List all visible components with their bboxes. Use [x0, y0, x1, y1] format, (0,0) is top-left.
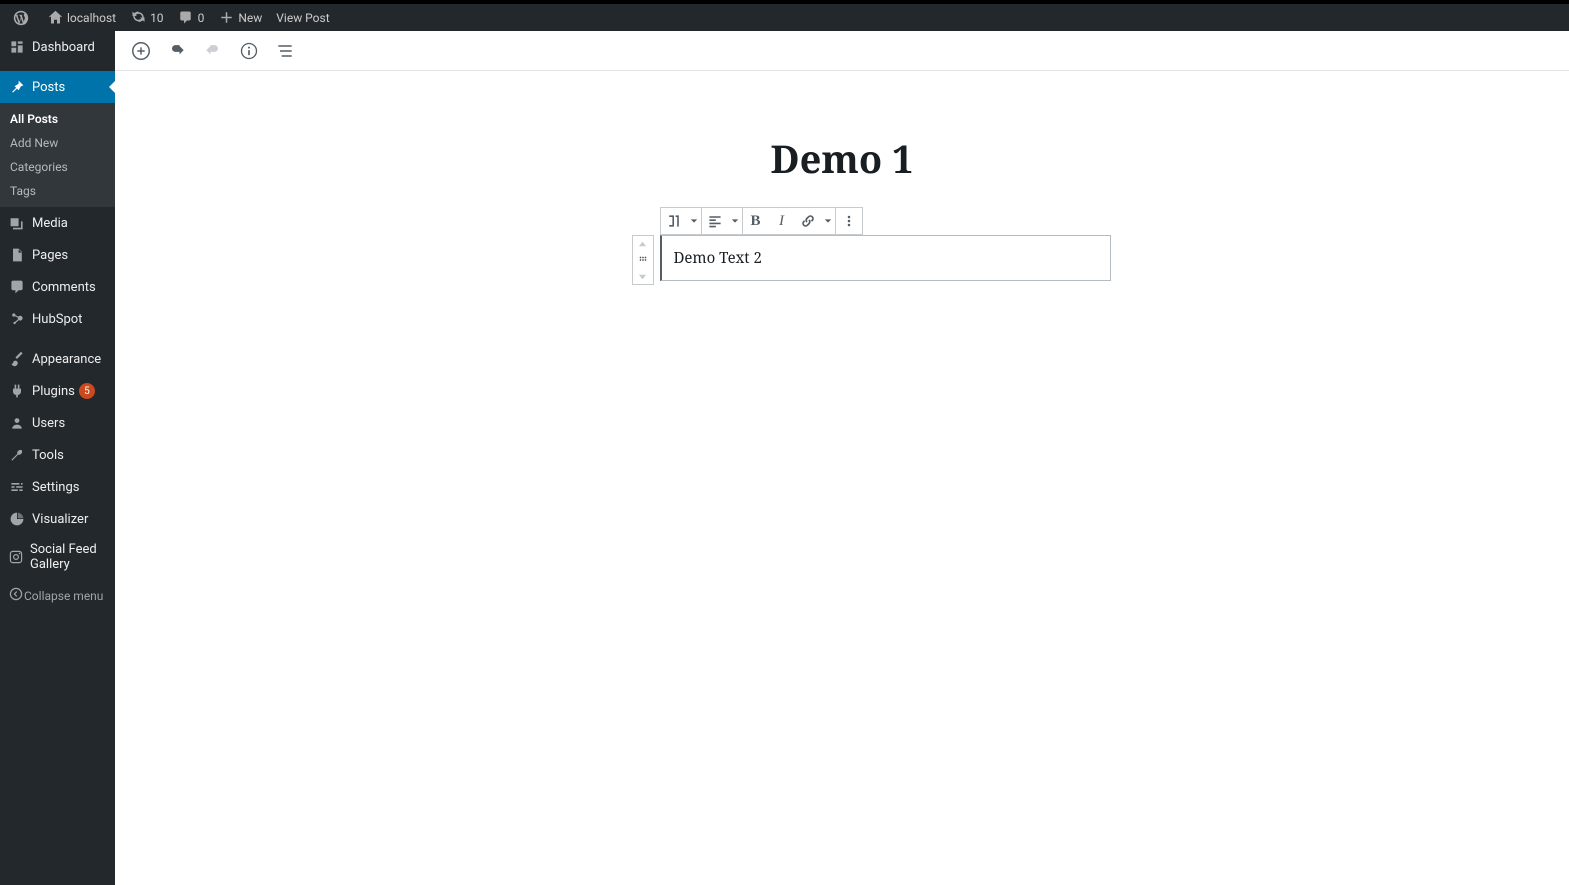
block-more-button[interactable]: [836, 208, 862, 234]
wp-logo-button[interactable]: [6, 4, 40, 31]
comments-count: 0: [198, 11, 205, 25]
wp-admin-bar: localhost 10 0 New View Post: [0, 4, 1569, 31]
editor-content: Demo 1: [115, 31, 1569, 885]
comments-button[interactable]: 0: [171, 4, 212, 31]
instagram-icon: [8, 548, 24, 566]
editor-canvas[interactable]: Demo 1: [115, 71, 1569, 885]
comment-icon: [8, 278, 26, 296]
sidebar-item-appearance[interactable]: Appearance: [0, 343, 115, 375]
posts-submenu: All Posts Add New Categories Tags: [0, 103, 115, 207]
view-post-label: View Post: [276, 11, 329, 25]
dashboard-icon: [8, 38, 26, 56]
pages-icon: [8, 246, 26, 264]
hubspot-icon: [8, 310, 26, 328]
block-toolbar: B I: [660, 207, 863, 235]
brush-icon: [8, 350, 26, 368]
collapse-icon: [8, 586, 24, 605]
chart-icon: [8, 510, 26, 528]
sidebar-item-dashboard[interactable]: Dashboard: [0, 31, 115, 63]
media-icon: [8, 214, 26, 232]
sub-item-categories[interactable]: Categories: [0, 155, 115, 179]
tools-label: Tools: [32, 448, 64, 463]
sidebar-item-posts[interactable]: Posts: [0, 71, 115, 103]
menu-separator: [0, 335, 115, 343]
new-button[interactable]: New: [211, 4, 269, 31]
sidebar-item-media[interactable]: Media: [0, 207, 115, 239]
menu-separator: [0, 63, 115, 71]
plug-icon: [8, 382, 26, 400]
sidebar-item-tools[interactable]: Tools: [0, 439, 115, 471]
move-down-button[interactable]: [633, 268, 653, 284]
plugins-label: Plugins: [32, 384, 75, 399]
pin-icon: [8, 78, 26, 96]
paragraph-content[interactable]: Demo Text 2: [660, 235, 1111, 281]
home-icon: [47, 10, 63, 26]
align-button[interactable]: [702, 208, 728, 234]
redo-button[interactable]: [195, 33, 231, 69]
italic-button[interactable]: I: [769, 208, 795, 234]
more-format-dropdown[interactable]: [821, 208, 835, 234]
plugins-badge: 5: [79, 383, 95, 399]
social-feed-label: Social Feed Gallery: [30, 542, 107, 572]
update-icon: [130, 10, 146, 26]
change-block-type-button[interactable]: [661, 208, 687, 234]
appearance-label: Appearance: [32, 352, 101, 367]
site-name-label: localhost: [67, 11, 116, 25]
sidebar-item-hubspot[interactable]: HubSpot: [0, 303, 115, 335]
add-block-button[interactable]: [123, 33, 159, 69]
visualizer-label: Visualizer: [32, 512, 88, 527]
sliders-icon: [8, 478, 26, 496]
sub-item-add-new[interactable]: Add New: [0, 131, 115, 155]
site-name-button[interactable]: localhost: [40, 4, 123, 31]
comments-icon: [178, 10, 194, 26]
posts-label: Posts: [32, 80, 65, 95]
collapse-label: Collapse menu: [24, 589, 103, 603]
hubspot-label: HubSpot: [32, 312, 82, 327]
settings-label: Settings: [32, 480, 79, 495]
admin-sidebar: Dashboard Posts All Posts Add New Catego…: [0, 31, 115, 885]
users-label: Users: [32, 416, 65, 431]
sidebar-item-users[interactable]: Users: [0, 407, 115, 439]
editor-toolbar: [115, 31, 1569, 71]
collapse-menu-button[interactable]: Collapse menu: [0, 579, 115, 612]
block-type-dropdown[interactable]: [687, 208, 701, 234]
pages-label: Pages: [32, 248, 68, 263]
paragraph-block: B I: [660, 235, 1111, 281]
sub-item-all-posts[interactable]: All Posts: [0, 107, 115, 131]
undo-button[interactable]: [159, 33, 195, 69]
link-button[interactable]: [795, 208, 821, 234]
updates-button[interactable]: 10: [123, 4, 171, 31]
align-dropdown[interactable]: [728, 208, 742, 234]
media-label: Media: [32, 216, 68, 231]
sub-item-tags[interactable]: Tags: [0, 179, 115, 203]
new-label: New: [238, 11, 262, 25]
comments-label: Comments: [32, 280, 96, 295]
plus-icon: [218, 10, 234, 26]
sidebar-item-settings[interactable]: Settings: [0, 471, 115, 503]
block-movers: [632, 235, 654, 285]
updates-count: 10: [150, 11, 164, 25]
wordpress-icon: [13, 10, 29, 26]
sidebar-item-social-feed[interactable]: Social Feed Gallery: [0, 535, 115, 579]
post-title[interactable]: Demo 1: [115, 133, 1569, 185]
bold-button[interactable]: B: [743, 208, 769, 234]
content-info-button[interactable]: [231, 33, 267, 69]
sidebar-item-pages[interactable]: Pages: [0, 239, 115, 271]
wrench-icon: [8, 446, 26, 464]
drag-handle[interactable]: [633, 252, 653, 268]
view-post-button[interactable]: View Post: [269, 4, 336, 31]
block-navigation-button[interactable]: [267, 33, 303, 69]
user-icon: [8, 414, 26, 432]
sidebar-item-plugins[interactable]: Plugins 5: [0, 375, 115, 407]
sidebar-item-visualizer[interactable]: Visualizer: [0, 503, 115, 535]
sidebar-item-comments[interactable]: Comments: [0, 271, 115, 303]
dashboard-label: Dashboard: [32, 40, 95, 55]
move-up-button[interactable]: [633, 236, 653, 252]
